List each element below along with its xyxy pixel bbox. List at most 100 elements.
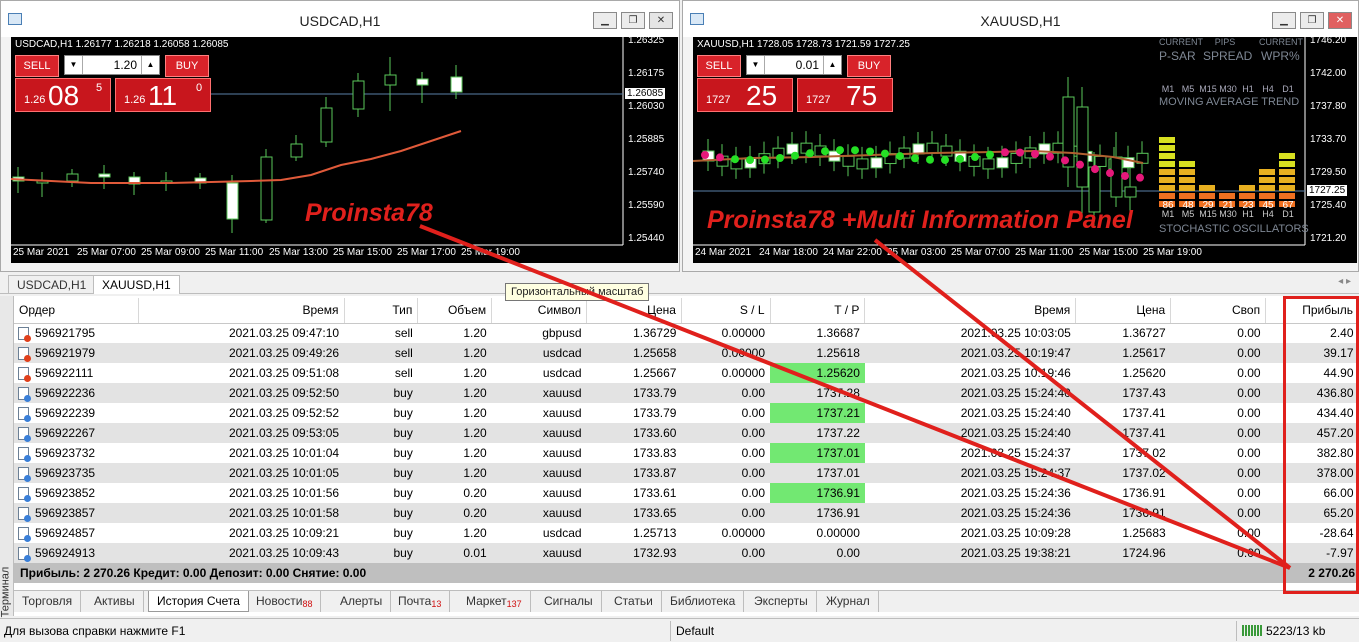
mip-hdr-3: CURRENT [1259, 37, 1303, 47]
time-tick: 25 Mar 03:00 [887, 247, 946, 258]
tab-4[interactable]: Алерты [332, 591, 392, 612]
column-header[interactable]: Цена [586, 298, 682, 324]
tab-label: Сигналы [544, 594, 593, 608]
candle [1110, 156, 1123, 198]
cell-7: 1.25620 [770, 363, 865, 383]
table-row[interactable]: 596924913 2021.03.25 10:09:43 buy 0.01 xauus… [14, 543, 1359, 563]
osc-bar-segment [1279, 177, 1295, 183]
cell-8: 2021.03.25 19:38:21 [864, 543, 1076, 563]
close-button[interactable]: ✕ [649, 12, 673, 29]
xauusd-sell-button[interactable]: SELL [697, 55, 741, 77]
column-header[interactable]: S / L [681, 298, 771, 324]
tab-8[interactable]: Статьи [606, 591, 662, 612]
price-tick: 1.26030 [628, 101, 665, 112]
tab-7[interactable]: Сигналы [536, 591, 602, 612]
column-header[interactable]: Ордер [14, 298, 139, 324]
column-header[interactable]: Символ [491, 298, 588, 324]
price-tick: 1746.20 [1310, 37, 1347, 46]
xauusd-buy-button[interactable]: BUY [847, 55, 891, 77]
order-icon [18, 407, 31, 423]
table-row[interactable]: 596922236 2021.03.25 09:52:50 buy 1.20 xauus… [14, 383, 1359, 403]
close-button[interactable]: ✕ [1328, 12, 1352, 29]
lot-dropdown-icon[interactable]: ▼ [747, 56, 765, 74]
cell-order: 596922239 [14, 403, 138, 423]
table-row[interactable]: 596922267 2021.03.25 09:53:05 buy 1.20 xauus… [14, 423, 1359, 443]
psar-dot [986, 150, 994, 159]
usdcad-lot-input[interactable]: ▼ 1.20 ▲ [64, 55, 160, 75]
tab-10[interactable]: Эксперты [746, 591, 817, 612]
tab-xauusd[interactable]: XAUUSD,H1 [93, 275, 180, 294]
table-row[interactable]: 596923852 2021.03.25 10:01:56 buy 0.20 xauus… [14, 483, 1359, 503]
table-row[interactable]: 596924857 2021.03.25 10:09:21 buy 1.20 usdca… [14, 523, 1359, 543]
minimize-button[interactable]: ▁ [1272, 12, 1296, 29]
cell-order: 596924913 [14, 543, 139, 563]
cell-10: 0.00 [1170, 383, 1266, 403]
column-header[interactable]: Время [864, 298, 1077, 324]
order-id: 596923857 [35, 505, 96, 520]
xauusd-bid-quote[interactable]: 1727 25 [697, 78, 793, 112]
time-tick: 25 Mar 15:00 [1079, 247, 1138, 258]
tab-0[interactable]: Торговля [14, 591, 82, 612]
column-header[interactable]: Время [138, 298, 345, 324]
tab-6[interactable]: Маркет137 [458, 591, 531, 612]
table-row[interactable]: 596921979 2021.03.25 09:49:26 sell 1.20 usdc… [14, 343, 1359, 363]
column-header[interactable]: Своп [1170, 298, 1267, 324]
lot-up-icon[interactable]: ▲ [823, 56, 841, 74]
tab-3[interactable]: Новости88 [248, 591, 322, 612]
table-row[interactable]: 596922239 2021.03.25 09:52:52 buy 1.20 xauus… [14, 403, 1359, 423]
column-header[interactable]: Цена [1075, 298, 1172, 324]
time-tick: 25 Mar 07:00 [951, 247, 1010, 258]
candle [856, 158, 869, 170]
column-header[interactable]: Объем [417, 298, 493, 324]
tab-5[interactable]: Почта13 [390, 591, 451, 612]
column-header[interactable]: Тип [344, 298, 419, 324]
usdcad-chart[interactable]: ▼ 1.20 ▲ SELL BUY 1.26 08 5 1.26 11 0 US… [11, 37, 678, 263]
lot-dropdown-icon[interactable]: ▼ [65, 56, 83, 74]
tab-1[interactable]: Активы [86, 591, 144, 612]
table-row[interactable]: 596923857 2021.03.25 10:01:58 buy 0.20 xauus… [14, 503, 1359, 523]
cell-8: 2021.03.25 15:24:37 [864, 463, 1076, 483]
cell-order: 596922111 [14, 363, 138, 383]
tab-label: Журнал [826, 594, 870, 608]
cell-5: 1733.87 [586, 463, 682, 483]
usdcad-title-bar[interactable]: USDCAD,H1 ▁ ❐ ✕ [1, 1, 679, 37]
psar-dot [806, 149, 814, 158]
tabs-scroll-icon[interactable]: ◂ ▸ [1338, 276, 1351, 287]
usdcad-ask-quote[interactable]: 1.26 11 0 [115, 78, 211, 112]
lot-up-icon[interactable]: ▲ [141, 56, 159, 74]
terminal-side-tab[interactable]: Терминал [0, 296, 14, 617]
time-tick: 25 Mar 19:00 [461, 247, 520, 258]
table-row[interactable]: 596923735 2021.03.25 10:01:05 buy 1.20 xauus… [14, 463, 1359, 483]
maximize-button[interactable]: ❐ [1300, 12, 1324, 29]
tab-11[interactable]: Журнал [818, 591, 879, 612]
cell-6: 0.00 [741, 446, 766, 460]
cell-2: sell [344, 343, 418, 363]
xauusd-ask-quote[interactable]: 1727 75 [797, 78, 893, 112]
cell-3: 1.20 [463, 446, 487, 460]
psar-dot [866, 147, 874, 156]
usdcad-bid-quote[interactable]: 1.26 08 5 [15, 78, 111, 112]
osc-bar-segment [1259, 177, 1275, 183]
table-row[interactable]: 596923732 2021.03.25 10:01:04 buy 1.20 xauus… [14, 443, 1359, 463]
column-header[interactable]: T / P [770, 298, 866, 324]
time-tick: 24 Mar 22:00 [823, 247, 882, 258]
order-icon [18, 367, 31, 383]
psar-dot [701, 151, 709, 159]
table-row[interactable]: 596921795 2021.03.25 09:47:10 sell 1.20 gbpu… [14, 323, 1359, 343]
usdcad-sell-button[interactable]: SELL [15, 55, 59, 77]
time-tick: 25 Mar 11:00 [1015, 247, 1074, 258]
price-tick: 1.25590 [628, 200, 665, 211]
tab-2[interactable]: История Счета [148, 591, 249, 612]
table-row[interactable]: 596922111 2021.03.25 09:51:08 sell 1.20 usdc… [14, 363, 1359, 383]
tab-9[interactable]: Библиотека [662, 591, 745, 612]
usdcad-buy-button[interactable]: BUY [165, 55, 209, 77]
tab-badge: 137 [506, 599, 522, 609]
mip-osc-value: 86 [1162, 200, 1174, 211]
xauusd-lot-input[interactable]: ▼ 0.01 ▲ [746, 55, 842, 75]
xauusd-title-bar[interactable]: XAUUSD,H1 ▁ ❐ ✕ [683, 1, 1358, 37]
maximize-button[interactable]: ❐ [621, 12, 645, 29]
minimize-button[interactable]: ▁ [593, 12, 617, 29]
tab-usdcad[interactable]: USDCAD,H1 [8, 275, 96, 294]
cell-10: 0.00 [1237, 366, 1261, 380]
summary-left: Прибыль: 2 270.26 Кредит: 0.00 Депозит: … [20, 566, 367, 580]
